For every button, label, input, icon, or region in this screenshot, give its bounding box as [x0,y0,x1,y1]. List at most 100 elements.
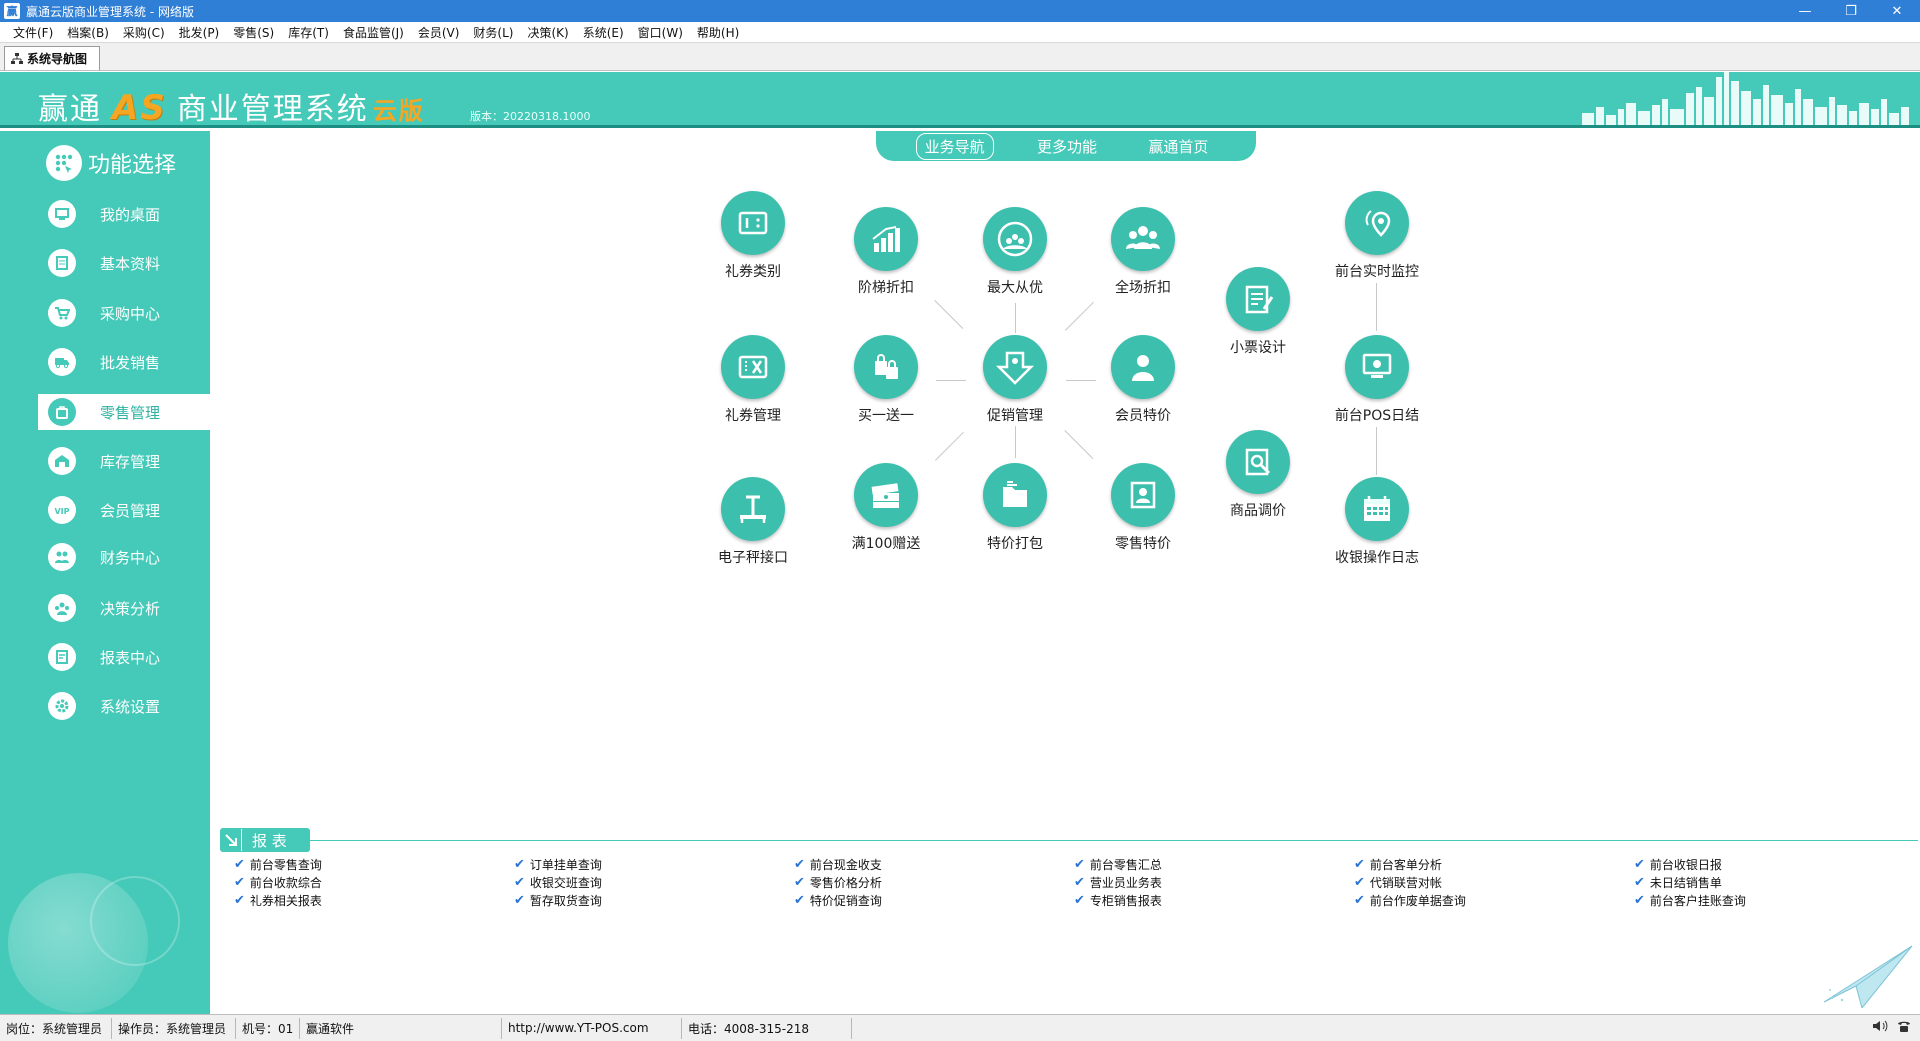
fn-special-bundle[interactable]: 特价打包 [960,463,1070,553]
arrow-down-right-icon [220,829,242,851]
menu-food-regulation[interactable]: 食品监管(J) [336,24,411,41]
report-link-label: 收银交班查询 [529,875,602,890]
sidebar-item-decision[interactable]: 决策分析 [38,590,210,626]
sidebar-item-retail[interactable]: 零售管理 [38,394,210,430]
report-link[interactable]: ✔ 前台零售查询 [234,855,494,873]
fn-member-special-price[interactable]: 会员特价 [1088,335,1198,425]
report-link[interactable]: ✔ 前台收款综合 [234,873,494,891]
sidebar-item-inventory[interactable]: 库存管理 [38,443,210,479]
main-nav-tabs: 业务导航 更多功能 赢通首页 [876,131,1256,161]
fn-store-wide-discount[interactable]: 全场折扣 [1088,207,1198,297]
fn-buy-one-get-one[interactable]: 买一送一 [831,335,941,425]
report-link[interactable]: ✔ 前台客户挂账查询 [1634,891,1894,909]
sidebar-item-basic-data[interactable]: 基本资料 [38,245,210,281]
sidebar-item-report[interactable]: 报表中心 [38,639,210,675]
report-link-label: 礼券相关报表 [249,893,322,908]
report-link-label: 零售价格分析 [809,875,882,890]
divider [310,840,1918,841]
report-link[interactable]: ✔ 收银交班查询 [514,873,774,891]
report-link[interactable]: ✔ 零售价格分析 [794,873,1054,891]
tab-yt-home[interactable]: 赢通首页 [1140,134,1216,159]
tab-system-nav[interactable]: 系统导航图 [4,46,100,70]
menu-inventory[interactable]: 库存(T) [281,24,336,41]
report-link[interactable]: ✔ 前台现金收支 [794,855,1054,873]
sidebar-item-label: 零售管理 [100,403,161,422]
menu-file[interactable]: 文件(F) [6,24,60,41]
status-url[interactable]: http://www.YT-POS.com [502,1017,682,1039]
fn-scale-interface[interactable]: 电子秤接口 [698,477,808,567]
connector-line [1015,426,1016,458]
menu-help[interactable]: 帮助(H) [690,24,746,41]
report-link[interactable]: ✔ 专柜销售报表 [1074,891,1334,909]
fn-spend-100-gift[interactable]: 满100赠送 [831,463,941,553]
fn-retail-special-price[interactable]: 零售特价 [1088,463,1198,553]
tab-business-nav[interactable]: 业务导航 [915,132,994,160]
report-link[interactable]: ✔ 前台零售汇总 [1074,855,1334,873]
report-link[interactable]: ✔ 前台作废单据查询 [1354,891,1614,909]
restore-button[interactable]: ❐ [1828,0,1874,22]
report-link[interactable]: ✔ 礼券相关报表 [234,891,494,909]
report-link[interactable]: ✔ 未日结销售单 [1634,873,1894,891]
product-logo: 赢通 AS 商业管理系统 云版 [38,84,425,125]
phone-icon[interactable] [1896,1019,1912,1037]
fn-tier-discount[interactable]: 阶梯折扣 [831,207,941,297]
sidebar-item-label: 库存管理 [100,452,161,471]
report-link[interactable]: ✔ 代销联营对帐 [1354,873,1614,891]
fn-label: 前台POS日结 [1334,408,1420,424]
menu-retail[interactable]: 零售(S) [226,24,281,41]
report-link[interactable]: ✔ 前台客单分析 [1354,855,1614,873]
fn-coupon-category[interactable]: 礼券类别 [698,191,808,281]
menu-member[interactable]: 会员(V) [411,24,467,41]
location-pin-icon [1345,191,1409,255]
tab-more-functions[interactable]: 更多功能 [1029,134,1105,159]
status-company: 赢通软件 [300,1017,502,1039]
sidebar-title-text: 功能选择 [88,153,177,178]
status-phone: 电话：4008-315-218 [682,1017,852,1039]
sidebar-item-member[interactable]: VIP 会员管理 [38,492,210,528]
menu-purchase[interactable]: 采购(C) [116,24,172,41]
checkmark-icon: ✔ [234,874,245,890]
speaker-icon[interactable] [1872,1019,1888,1037]
menu-wholesale[interactable]: 批发(P) [172,24,227,41]
minimize-button[interactable]: — [1782,0,1828,22]
checkmark-icon: ✔ [514,856,525,872]
report-link[interactable]: ✔ 前台收银日报 [1634,855,1894,873]
report-link-label: 特价促销查询 [809,893,882,908]
menu-archive[interactable]: 档案(B) [60,24,116,41]
fn-realtime-monitor[interactable]: 前台实时监控 [1322,191,1432,281]
menu-finance[interactable]: 财务(L) [466,24,520,41]
sidebar-title: 功能选择 [46,145,176,181]
report-link[interactable]: ✔ 营业员业务表 [1074,873,1334,891]
fn-label: 小票设计 [1230,340,1286,356]
fn-product-price-adjust[interactable]: 商品调价 [1203,430,1313,520]
report-column: ✔ 前台零售汇总 ✔ 营业员业务表 ✔ 专柜销售报表 [1074,855,1334,909]
sidebar-item-purchase[interactable]: 采购中心 [38,295,210,331]
checkmark-icon: ✔ [1074,856,1085,872]
fn-label: 零售特价 [1115,536,1171,552]
sidebar-item-my-desktop[interactable]: 我的桌面 [38,196,210,232]
report-link[interactable]: ✔ 暂存取货查询 [514,891,774,909]
sidebar-item-finance[interactable]: 财务中心 [38,539,210,575]
report-section-tab[interactable]: 报 表 [220,828,310,852]
sidebar-item-settings[interactable]: 系统设置 [38,688,210,724]
report-link[interactable]: ✔ 特价促销查询 [794,891,1054,909]
system-tray [1872,1019,1912,1037]
menu-system[interactable]: 系统(E) [576,24,631,41]
fn-coupon-management[interactable]: 礼券管理 [698,335,808,425]
fn-label: 会员特价 [1115,408,1171,424]
grid-dots-icon [46,145,82,181]
close-button[interactable]: ✕ [1874,0,1920,22]
menu-window[interactable]: 窗口(W) [631,24,690,41]
checkmark-icon: ✔ [1354,892,1365,908]
fn-promotion-management[interactable]: 促销管理 [960,335,1070,425]
sidebar-item-wholesale[interactable]: 批发销售 [38,344,210,380]
menu-decision[interactable]: 决策(K) [520,24,575,41]
report-link[interactable]: ✔ 订单挂单查询 [514,855,774,873]
fn-pos-daily-settlement[interactable]: 前台POS日结 [1322,335,1432,425]
fn-receipt-design[interactable]: 小票设计 [1203,267,1313,357]
fn-cashier-log[interactable]: 收银操作日志 [1322,477,1432,567]
checkmark-icon: ✔ [1074,892,1085,908]
fn-best-offer[interactable]: 最大从优 [960,207,1070,297]
sidebar-item-label: 财务中心 [100,548,161,567]
logo-cloud: 云版 [372,97,425,125]
